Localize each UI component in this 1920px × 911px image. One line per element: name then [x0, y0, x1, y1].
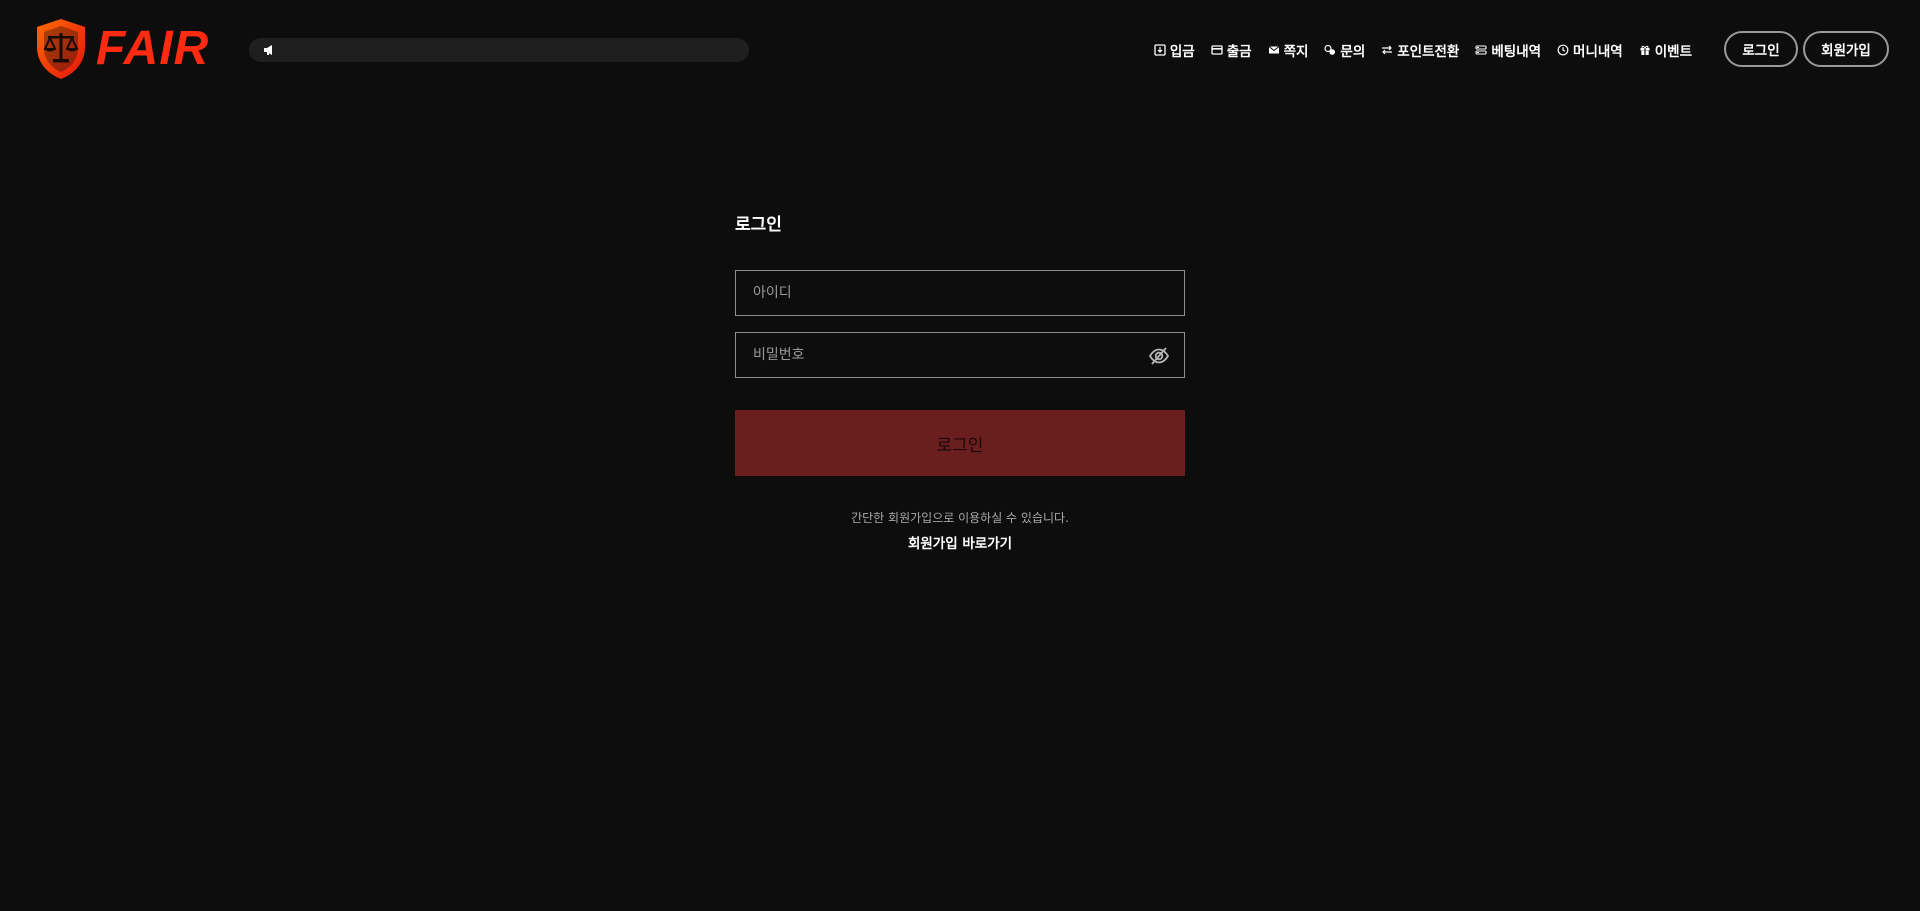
list-icon — [1475, 45, 1487, 55]
nav-label: 문의 — [1340, 44, 1366, 60]
nav-message[interactable]: 쪽지 — [1268, 40, 1309, 60]
nav-label: 출금 — [1226, 44, 1252, 60]
top-nav: 입금 출금 쪽지 문의 포인트전환 베팅내역 머니내역 이벤트 — [1154, 40, 1692, 60]
nav-deposit[interactable]: 입금 — [1154, 40, 1195, 60]
clock-icon — [1557, 44, 1569, 56]
login-title: 로그인 — [735, 215, 782, 235]
nav-label: 이벤트 — [1654, 44, 1692, 60]
nav-label: 포인트전환 — [1397, 44, 1460, 60]
megaphone-icon — [264, 45, 272, 55]
nav-label: 쪽지 — [1283, 44, 1309, 60]
nav-event[interactable]: 이벤트 — [1639, 40, 1692, 60]
login-submit-button[interactable]: 로그인 — [735, 410, 1185, 476]
signup-link[interactable]: 회원가입 바로가기 — [735, 532, 1185, 552]
signup-hint: 간단한 회원가입으로 이용하실 수 있습니다. — [851, 511, 1069, 525]
nav-withdraw[interactable]: 출금 — [1211, 40, 1252, 60]
id-input[interactable] — [736, 271, 1184, 315]
nav-label: 베팅내역 — [1491, 44, 1542, 60]
notice-ticker[interactable] — [249, 38, 749, 62]
header: FAIR 입금 출금 쪽지 문의 포인트전환 베팅내역 머니내역 이벤트 로그인… — [0, 0, 1920, 100]
nav-money-history[interactable]: 머니내역 — [1557, 40, 1623, 60]
nav-label: 머니내역 — [1573, 44, 1623, 60]
password-field-wrapper — [735, 332, 1185, 378]
page: FAIR 입금 출금 쪽지 문의 포인트전환 베팅내역 머니내역 이벤트 로그인… — [0, 0, 1920, 911]
nav-label: 입금 — [1169, 44, 1195, 60]
nav-point-exchange[interactable]: 포인트전환 — [1381, 40, 1459, 60]
nav-inquiry[interactable]: 문의 — [1324, 40, 1365, 60]
gift-icon — [1640, 45, 1650, 55]
header-signup-button[interactable]: 회원가입 — [1803, 31, 1889, 67]
eye-slash-icon[interactable] — [1148, 345, 1170, 367]
password-input[interactable] — [736, 333, 1184, 377]
shield-scale-icon — [37, 19, 85, 79]
mail-icon — [1268, 46, 1279, 54]
brand-name: FAIR — [96, 22, 210, 75]
logo[interactable]: FAIR — [34, 17, 209, 81]
header-login-button[interactable]: 로그인 — [1724, 31, 1798, 67]
exchange-icon — [1382, 45, 1393, 55]
nav-betting-history[interactable]: 베팅내역 — [1475, 40, 1541, 60]
withdraw-icon — [1211, 45, 1223, 55]
id-field-wrapper — [735, 270, 1185, 316]
inquiry-icon — [1324, 44, 1336, 55]
deposit-icon — [1154, 44, 1166, 56]
